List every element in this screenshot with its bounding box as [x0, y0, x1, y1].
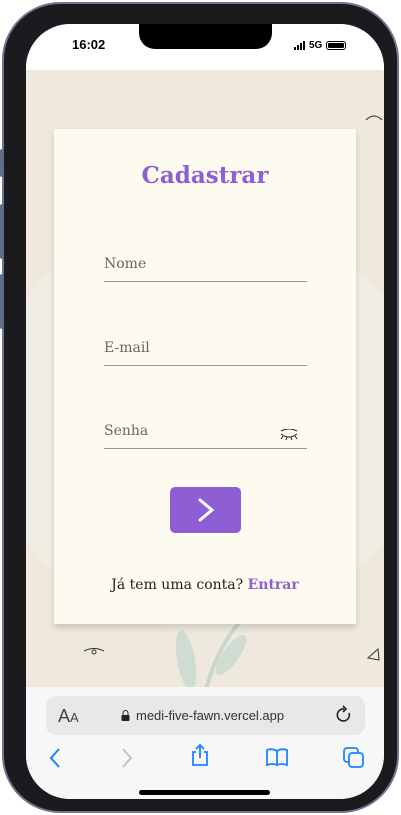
mute-switch — [0, 149, 4, 177]
bookmarks-icon[interactable] — [265, 747, 289, 771]
browser-chrome: AA medi-five-fawn.vercel.app — [26, 687, 384, 799]
screen: 16:02 5G Cadastrar Nome E-mail Senha Já … — [26, 24, 384, 799]
text-size-button[interactable]: AA — [58, 706, 79, 727]
password-input[interactable]: Senha — [104, 419, 307, 449]
name-placeholder: Nome — [104, 256, 147, 272]
forward-icon[interactable] — [120, 747, 134, 773]
chevron-right-icon — [198, 498, 214, 522]
back-icon[interactable] — [48, 747, 62, 773]
login-link[interactable]: Entrar — [248, 577, 299, 593]
address-bar[interactable]: AA medi-five-fawn.vercel.app — [46, 696, 365, 735]
network-label: 5G — [309, 40, 323, 51]
tabs-icon[interactable] — [343, 747, 365, 773]
eye-doodle-icon — [365, 115, 383, 121]
status-time: 16:02 — [72, 37, 106, 52]
home-indicator — [139, 790, 270, 795]
status-indicators: 5G — [294, 40, 347, 51]
status-bar: 16:02 5G — [26, 24, 384, 70]
eye-doodle-icon — [83, 648, 105, 655]
login-prompt-text: Já tem uma conta? — [111, 577, 244, 593]
signup-card: Cadastrar Nome E-mail Senha Já tem uma c… — [54, 129, 356, 624]
volume-up-button — [0, 204, 4, 259]
url-text: medi-five-fawn.vercel.app — [136, 708, 285, 723]
web-page: Cadastrar Nome E-mail Senha Já tem uma c… — [26, 70, 384, 687]
name-input[interactable]: Nome — [104, 252, 307, 282]
email-input[interactable]: E-mail — [104, 336, 307, 366]
email-placeholder: E-mail — [104, 340, 150, 356]
reload-icon[interactable] — [335, 705, 353, 725]
password-placeholder: Senha — [104, 423, 149, 439]
submit-button[interactable] — [170, 487, 241, 533]
battery-icon — [326, 41, 347, 50]
phone-frame: 16:02 5G Cadastrar Nome E-mail Senha Já … — [0, 2, 399, 813]
triangle-doodle-icon — [366, 648, 380, 661]
notch — [139, 24, 272, 49]
eye-closed-icon[interactable] — [279, 429, 299, 441]
page-title: Cadastrar — [141, 162, 269, 189]
share-icon[interactable] — [190, 743, 210, 771]
lock-icon — [121, 710, 130, 721]
signal-icon — [294, 41, 305, 50]
login-prompt: Já tem uma conta? Entrar — [54, 577, 356, 593]
browser-toolbar — [26, 743, 384, 777]
volume-down-button — [0, 274, 4, 329]
